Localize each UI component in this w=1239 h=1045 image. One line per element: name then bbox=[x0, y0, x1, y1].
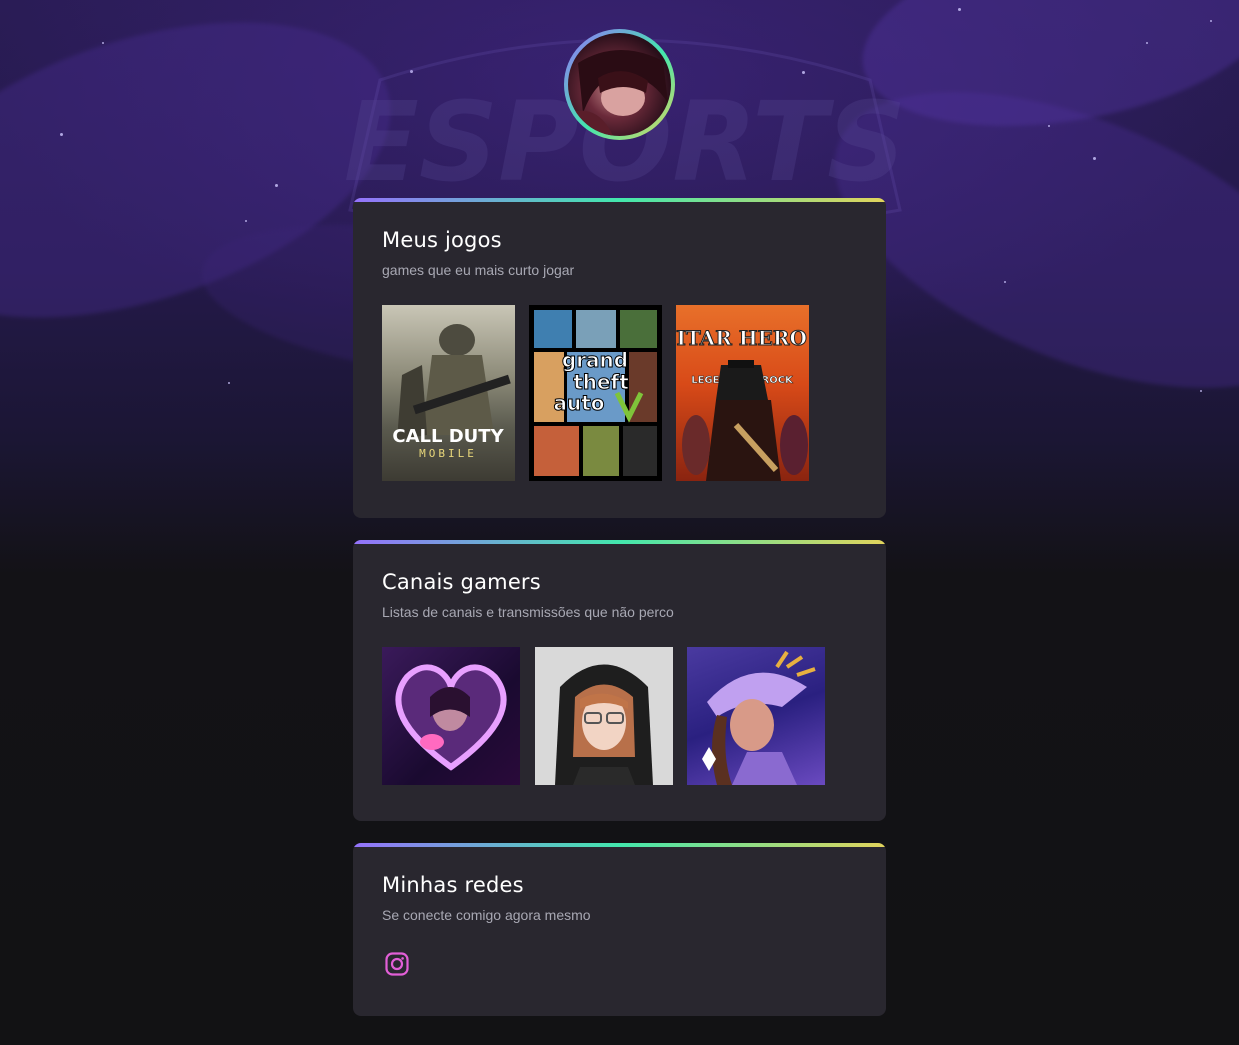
channel-thumb-2[interactable] bbox=[535, 647, 673, 785]
section-subtitle: games que eu mais curto jogar bbox=[382, 262, 575, 278]
svg-text:GUITAR HERO III: GUITAR HERO III bbox=[676, 326, 809, 350]
section-canais-gamers: Canais gamers Listas de canais e transmi… bbox=[353, 540, 886, 821]
section-subtitle: Listas de canais e transmissões que não … bbox=[382, 604, 674, 620]
channel-thumb-1[interactable] bbox=[382, 647, 520, 785]
svg-text:auto: auto bbox=[553, 391, 604, 415]
game-cover-gta-v[interactable]: grand theft auto bbox=[529, 305, 662, 481]
svg-text:CALL DUTY: CALL DUTY bbox=[392, 426, 504, 447]
section-title: Canais gamers bbox=[382, 570, 541, 594]
section-title: Meus jogos bbox=[382, 228, 502, 252]
section-subtitle: Se conecte comigo agora mesmo bbox=[382, 907, 591, 923]
svg-text:grand: grand bbox=[562, 348, 628, 372]
section-title: Minhas redes bbox=[382, 873, 524, 897]
avatar-ring bbox=[564, 29, 675, 140]
channel-thumb-3[interactable] bbox=[687, 647, 825, 785]
section-minhas-redes: Minhas redes Se conecte comigo agora mes… bbox=[353, 843, 886, 1016]
game-cover-guitar-hero-3[interactable]: GUITAR HERO III LEGENDS of ROCK bbox=[676, 305, 809, 481]
instagram-link[interactable] bbox=[385, 952, 409, 976]
instagram-icon bbox=[385, 952, 409, 976]
game-cover-call-of-duty[interactable]: CALL DUTY MOBILE bbox=[382, 305, 515, 481]
user-avatar-icon bbox=[568, 49, 668, 136]
avatar bbox=[568, 33, 671, 136]
section-meus-jogos: Meus jogos games que eu mais curto jogar… bbox=[353, 198, 886, 518]
svg-text:MOBILE: MOBILE bbox=[419, 447, 477, 460]
